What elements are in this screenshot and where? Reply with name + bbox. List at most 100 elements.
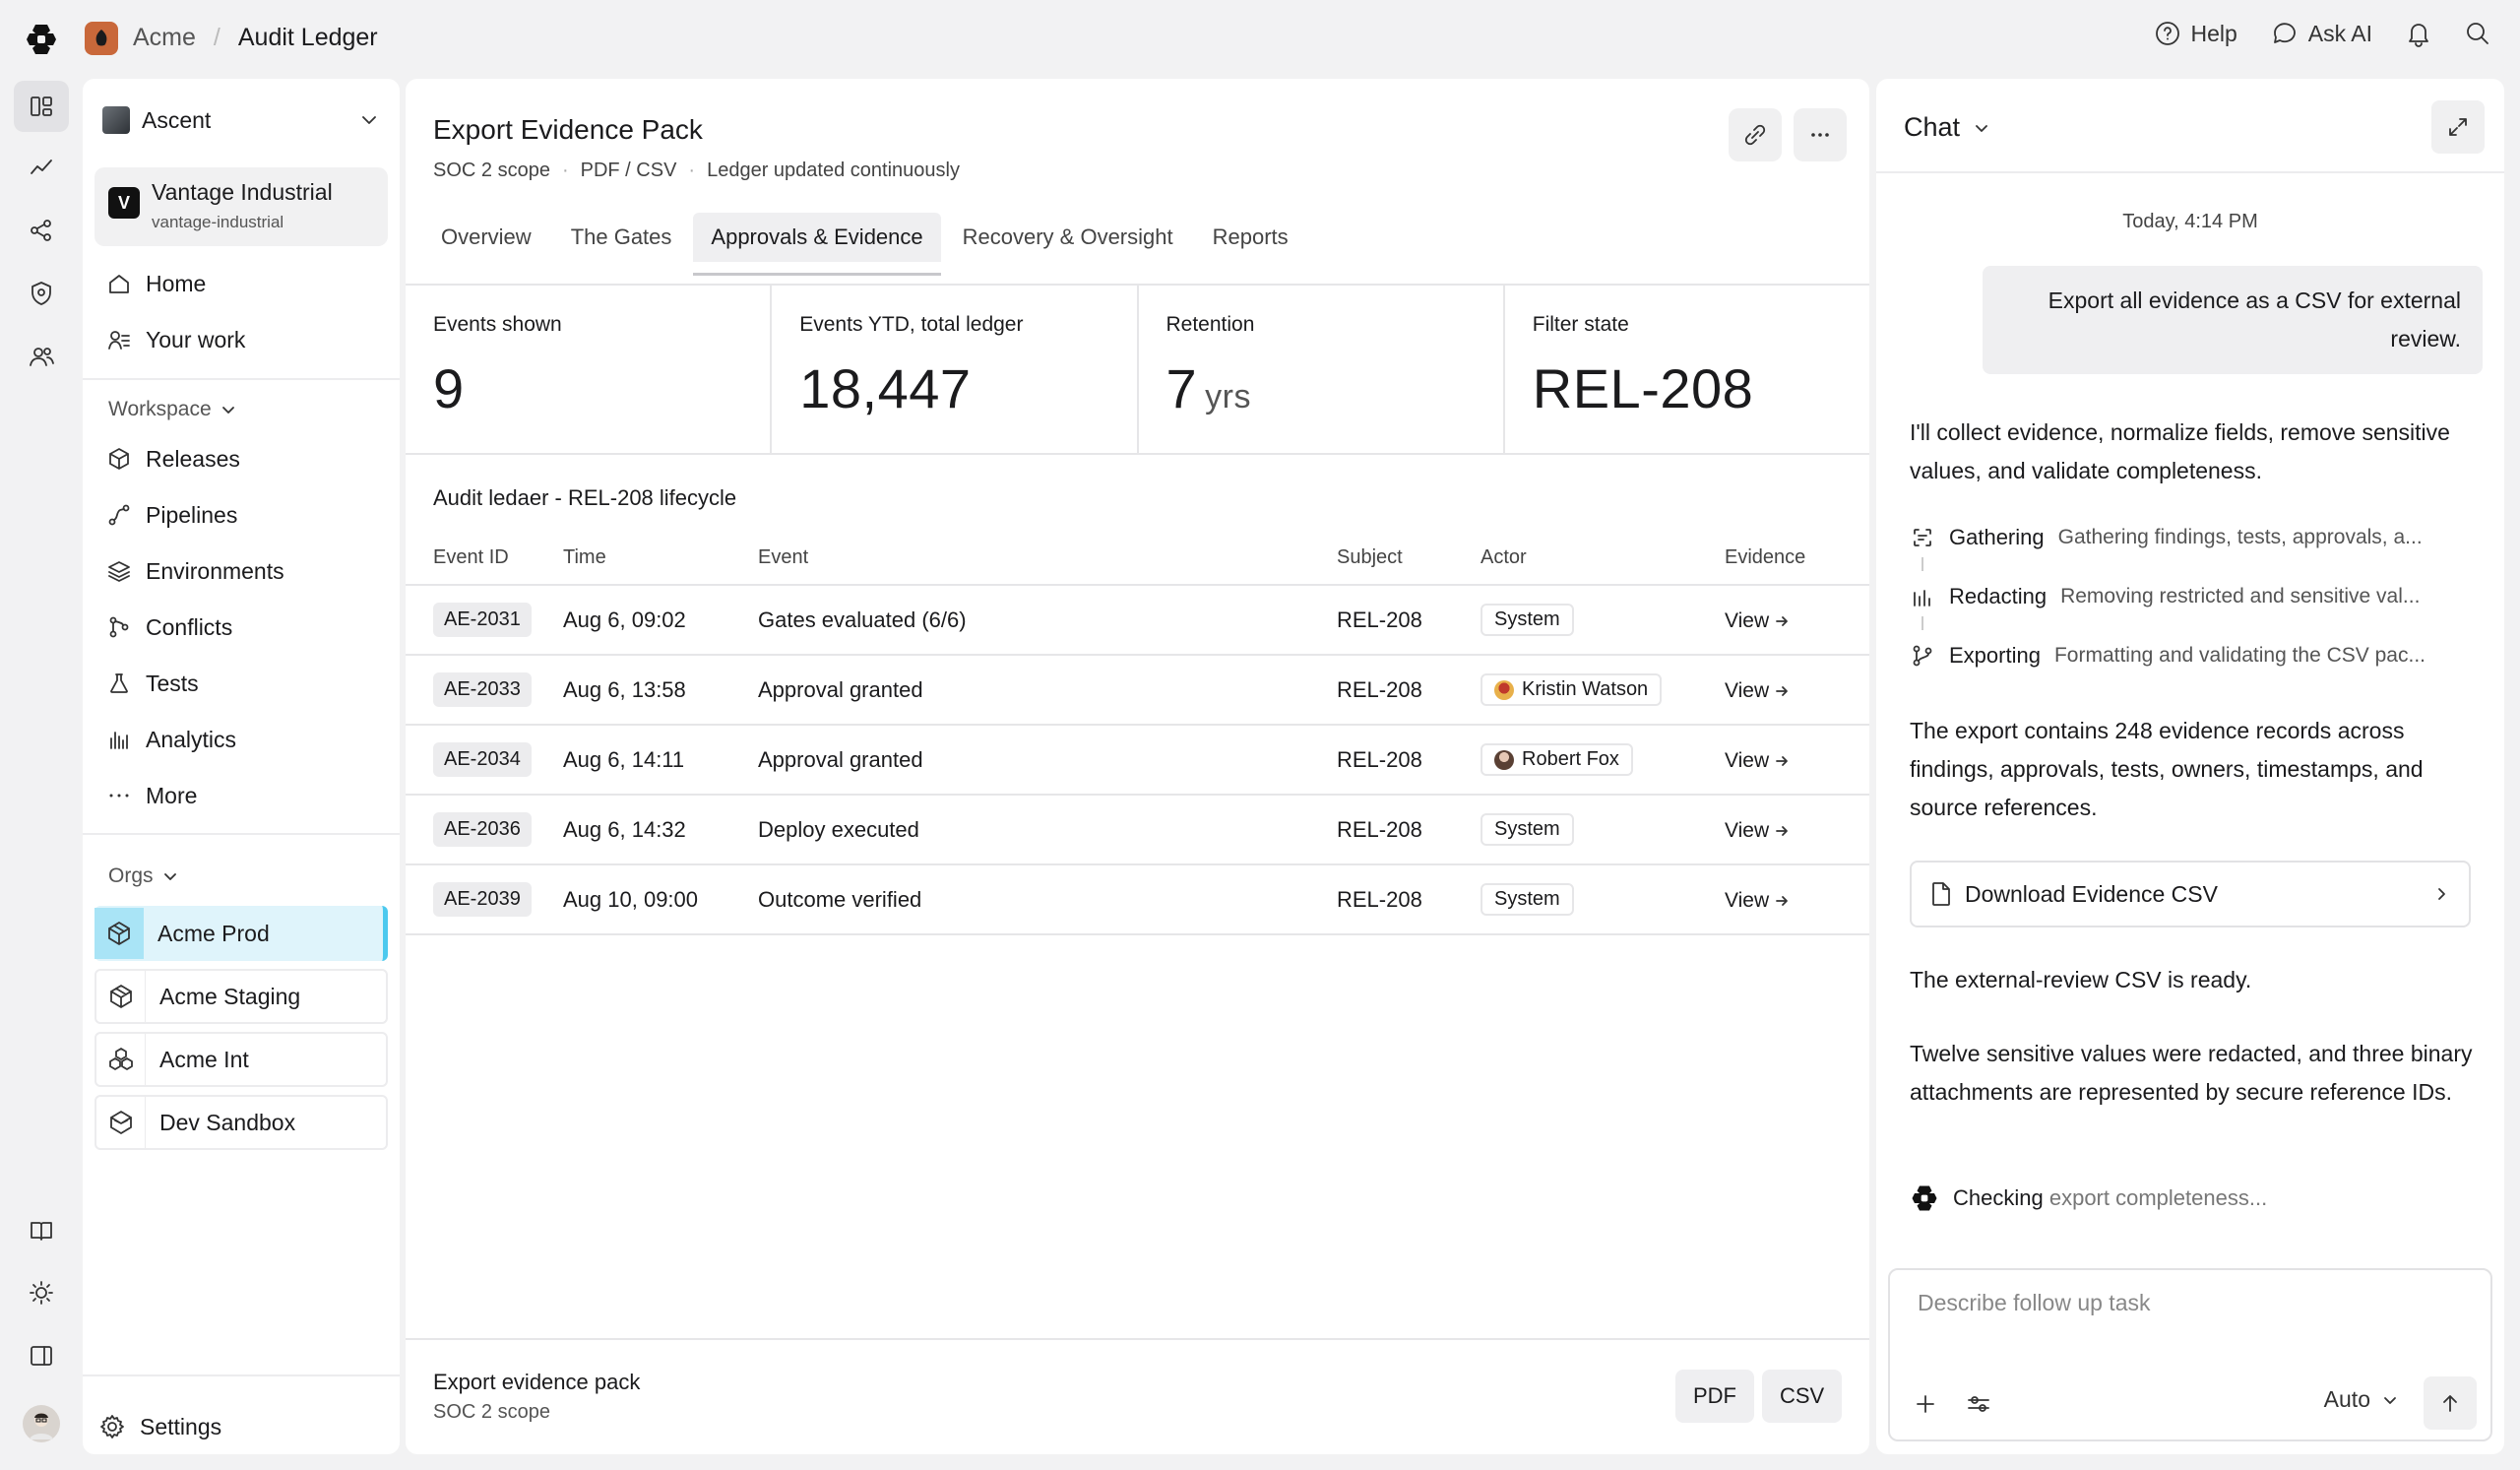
table-row[interactable]: AE-2031 Aug 6, 09:02 Gates evaluated (6/…: [406, 585, 1869, 656]
nav-item-home[interactable]: Home: [106, 264, 206, 303]
arrow-right-icon: [1776, 825, 1789, 836]
breadcrumb-org[interactable]: Acme: [133, 24, 196, 52]
rail-share-icon[interactable]: [14, 205, 69, 256]
column-header[interactable]: Subject: [1337, 532, 1480, 586]
org-label: Acme Int: [159, 1046, 249, 1072]
workspace-switcher[interactable]: Ascent: [102, 96, 380, 144]
nav-item-analytics[interactable]: Analytics: [106, 720, 236, 759]
ledger-title: Audit ledaer - REL-208 lifecycle: [433, 485, 737, 510]
download-evidence-csv-button[interactable]: Download Evidence CSV: [1910, 861, 2471, 927]
view-evidence-link[interactable]: View: [1725, 609, 1789, 633]
event-subject: REL-208: [1337, 725, 1480, 796]
org-item-acme-int[interactable]: Acme Int: [94, 1032, 388, 1087]
view-evidence-link[interactable]: View: [1725, 819, 1789, 843]
column-header[interactable]: Evidence: [1725, 532, 1869, 586]
table-row[interactable]: AE-2033 Aug 6, 13:58 Approval granted RE…: [406, 655, 1869, 726]
nav-item-label: Pipelines: [146, 501, 238, 528]
org-label: Dev Sandbox: [159, 1109, 296, 1135]
project-card[interactable]: V Vantage Industrial vantage-industrial: [94, 167, 388, 246]
rail-shield-icon[interactable]: [14, 268, 69, 319]
package-icon: [106, 446, 132, 472]
column-header[interactable]: Actor: [1480, 532, 1725, 586]
nav-item-releases[interactable]: Releases: [106, 439, 240, 479]
assistant-message: The export contains 248 evidence records…: [1910, 718, 2424, 820]
nav-item-label: Environments: [146, 557, 284, 584]
follow-up-input[interactable]: [1918, 1290, 2469, 1316]
workspace-section-toggle[interactable]: Workspace: [108, 398, 237, 421]
send-button[interactable]: [2424, 1376, 2477, 1430]
user-avatar[interactable]: [14, 1398, 69, 1449]
stat-label: Filter state: [1532, 313, 1629, 336]
meta-formats: PDF / CSV: [580, 160, 677, 181]
plus-icon: [1917, 1395, 1934, 1413]
chat-title-dropdown[interactable]: Chat: [1904, 112, 1991, 143]
event-id: AE-2034: [433, 742, 532, 777]
orgs-section-toggle[interactable]: Orgs: [108, 864, 179, 888]
nav-item-environments[interactable]: Environments: [106, 551, 284, 591]
expand-chat-button[interactable]: [2431, 100, 2485, 154]
chat-panel: Chat Today, 4:14 PM Export all evidence …: [1876, 79, 2504, 1454]
view-evidence-link[interactable]: View: [1725, 749, 1789, 773]
app-logo-icon[interactable]: [24, 22, 59, 57]
org-item-dev-sandbox[interactable]: Dev Sandbox: [94, 1095, 388, 1150]
breadcrumb-separator: /: [213, 24, 220, 51]
tab-overview[interactable]: Overview: [423, 213, 549, 262]
bars-icon: [1910, 585, 1935, 608]
step-connector: [1922, 557, 1923, 571]
tab-approvals-evidence[interactable]: Approvals & Evidence: [693, 213, 941, 276]
settings-link[interactable]: Settings: [98, 1413, 221, 1440]
table-row[interactable]: AE-2034 Aug 6, 14:11 Approval granted RE…: [406, 725, 1869, 796]
meta-separator: ·: [688, 160, 696, 181]
event-time: Aug 6, 14:32: [563, 795, 758, 865]
export-csv-button[interactable]: CSV: [1762, 1370, 1843, 1423]
bar-chart-icon: [106, 727, 132, 752]
notifications-bell-icon[interactable]: [2406, 20, 2431, 47]
help-button[interactable]: Help: [2155, 21, 2237, 47]
org-avatar-icon[interactable]: [85, 22, 118, 55]
copy-link-button[interactable]: [1729, 108, 1782, 161]
rail-activity-icon[interactable]: [14, 142, 69, 193]
rail-dashboard-icon[interactable]: [14, 81, 69, 132]
chevron-down-icon: [221, 407, 234, 414]
actor-chip: Kristin Watson: [1480, 673, 1663, 706]
rail-theme-sun-icon[interactable]: [14, 1267, 69, 1318]
org-item-acme-staging[interactable]: Acme Staging: [94, 969, 388, 1024]
app-logo-icon: [1912, 1185, 1937, 1211]
more-options-button[interactable]: [1794, 108, 1847, 161]
tab-recovery-oversight[interactable]: Recovery & Oversight: [945, 213, 1191, 262]
column-header[interactable]: Time: [563, 532, 758, 586]
nav-item-pipelines[interactable]: Pipelines: [106, 495, 237, 535]
mode-select[interactable]: Auto: [2324, 1386, 2400, 1413]
rail-users-icon[interactable]: [14, 331, 69, 382]
column-header[interactable]: Event: [758, 532, 1337, 586]
stat-unit: yrs: [1205, 378, 1251, 415]
table-row[interactable]: AE-2039 Aug 10, 09:00 Outcome verified R…: [406, 864, 1869, 935]
export-pdf-button[interactable]: PDF: [1675, 1370, 1754, 1423]
view-evidence-link[interactable]: View: [1725, 679, 1789, 703]
column-header[interactable]: Event ID: [406, 532, 563, 586]
stat-label: Events YTD, total ledger: [799, 313, 1024, 336]
nav-item-more[interactable]: More: [106, 776, 197, 815]
stat-events-ytd: Events YTD, total ledger 18,447: [772, 286, 1139, 453]
view-evidence-link[interactable]: View: [1725, 889, 1789, 913]
table-row[interactable]: AE-2036 Aug 6, 14:32 Deploy executed REL…: [406, 795, 1869, 865]
ask-ai-button[interactable]: Ask AI: [2271, 21, 2372, 47]
rail-book-icon[interactable]: [14, 1205, 69, 1256]
add-attachment-button[interactable]: [1906, 1384, 1945, 1424]
rail-panel-toggle-icon[interactable]: [14, 1330, 69, 1381]
event-name: Deploy executed: [758, 795, 1337, 865]
file-icon: [1932, 882, 1950, 906]
nav-item-conflicts[interactable]: Conflicts: [106, 607, 232, 647]
divider: [83, 378, 400, 380]
org-item-acme-prod[interactable]: Acme Prod: [94, 906, 388, 961]
search-icon[interactable]: [2465, 21, 2490, 46]
event-id: AE-2033: [433, 672, 532, 707]
nav-item-your-work[interactable]: Your work: [106, 320, 245, 359]
nav-item-tests[interactable]: Tests: [106, 664, 199, 703]
options-button[interactable]: [1959, 1384, 1998, 1424]
tab-the-gates[interactable]: The Gates: [553, 213, 690, 262]
actor-chip: System: [1480, 883, 1574, 916]
tab-reports[interactable]: Reports: [1195, 213, 1306, 262]
event-id: AE-2036: [433, 812, 532, 847]
actor-avatar: [1494, 749, 1514, 770]
